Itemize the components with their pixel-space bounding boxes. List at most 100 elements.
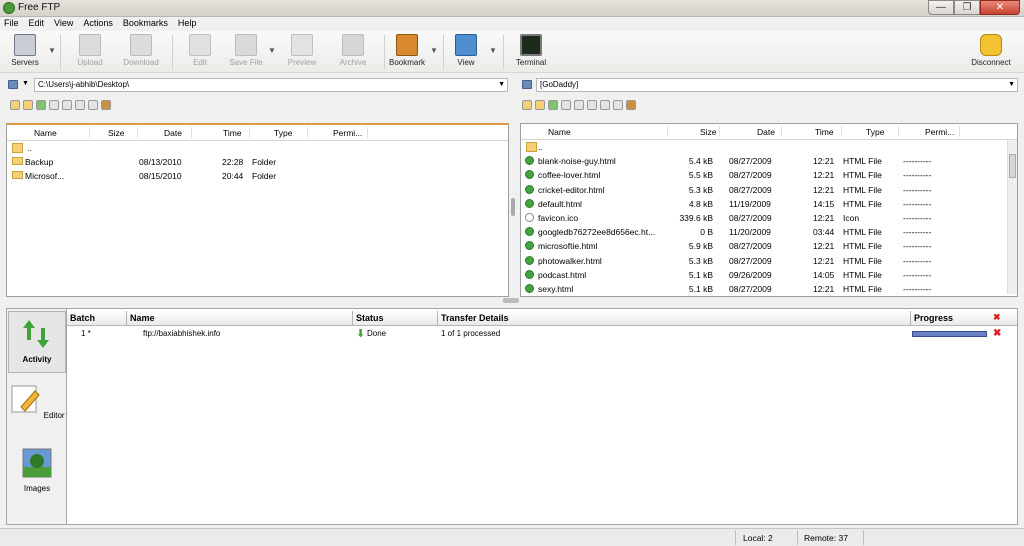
list-item[interactable]: microsoftie.html 5.9 kB 08/27/2009 12:21 HTM…: [521, 239, 1017, 253]
disconnect-label: Disconnect: [971, 58, 1011, 67]
remote-scrollbar[interactable]: [1007, 140, 1017, 294]
file-name: googledb76272ee8d656ec.ht...: [538, 227, 656, 238]
col-progress[interactable]: Progress: [914, 313, 953, 323]
clear-all-icon[interactable]: ✖: [993, 312, 1001, 323]
list-item[interactable]: Microsof... 08/15/2010 20:44 Folder: [7, 169, 508, 183]
col-batch[interactable]: Batch: [70, 313, 95, 323]
local-path-input[interactable]: C:\Users\j-abhib\Desktop\ ▼: [34, 78, 508, 92]
permissions-icon[interactable]: [613, 100, 623, 110]
col-name[interactable]: Name: [130, 313, 155, 323]
list-item[interactable]: ..: [521, 140, 1017, 154]
list-item[interactable]: Backup 08/13/2010 22:28 Folder: [7, 155, 508, 169]
edit-file-icon[interactable]: [561, 100, 571, 110]
col-type[interactable]: Type: [866, 127, 884, 137]
edit-icon: [189, 34, 211, 56]
list-item[interactable]: coffee-lover.html 5.5 kB 08/27/2009 12:21 HT…: [521, 168, 1017, 182]
remote-drive-icon[interactable]: [522, 80, 532, 89]
edit-file-icon[interactable]: [49, 100, 59, 110]
list-item[interactable]: podcast.html 5.1 kB 09/26/2009 14:05 HTML Fi…: [521, 268, 1017, 282]
close-button[interactable]: ✕: [980, 0, 1020, 15]
local-path-dropdown-icon[interactable]: ▼: [495, 79, 505, 91]
menu-file[interactable]: File: [4, 17, 19, 31]
file-type: HTML File: [843, 255, 882, 266]
archive-button[interactable]: Archive: [331, 34, 375, 67]
col-transfer-details[interactable]: Transfer Details: [441, 313, 509, 323]
minimize-button[interactable]: —: [928, 0, 954, 15]
list-item[interactable]: sexy.html 5.1 kB 08/27/2009 12:21 HTML File -…: [521, 282, 1017, 296]
col-permissions[interactable]: Permi...: [333, 128, 362, 138]
delete-icon[interactable]: [75, 100, 85, 110]
col-date[interactable]: Date: [164, 128, 182, 138]
list-item[interactable]: blank-noise-guy.html 5.4 kB 08/27/2009 12:2…: [521, 154, 1017, 168]
tab-editor[interactable]: Editor: [8, 383, 66, 420]
archive-small-icon[interactable]: [101, 100, 111, 110]
save-file-dropdown-icon[interactable]: ▼: [268, 46, 276, 55]
view-dropdown-icon[interactable]: ▼: [489, 46, 497, 55]
col-date[interactable]: Date: [757, 127, 775, 137]
menu-help[interactable]: Help: [178, 17, 197, 31]
col-permissions[interactable]: Permi...: [925, 127, 954, 137]
col-size[interactable]: Size: [700, 127, 717, 137]
properties-icon[interactable]: [574, 100, 584, 110]
list-item[interactable]: favicon.ico 339.6 kB 08/27/2009 12:21 Icon --…: [521, 211, 1017, 225]
remote-path-input[interactable]: [GoDaddy] ▼: [536, 78, 1018, 92]
col-name[interactable]: Name: [34, 128, 57, 138]
archive-small-icon[interactable]: [626, 100, 636, 110]
cancel-transfer-icon[interactable]: ✖: [993, 328, 1001, 339]
new-folder-icon[interactable]: [10, 100, 20, 110]
local-file-list[interactable]: Name Size Date Time Type Permi... .. Bac…: [6, 123, 509, 297]
horizontal-splitter-grip[interactable]: [503, 298, 519, 303]
upload-button[interactable]: Upload: [68, 34, 112, 67]
download-button[interactable]: Download: [119, 34, 163, 67]
menu-edit[interactable]: Edit: [29, 17, 45, 31]
rename-icon[interactable]: [88, 100, 98, 110]
col-time[interactable]: Time: [223, 128, 242, 138]
menu-bookmarks[interactable]: Bookmarks: [123, 17, 168, 31]
col-name[interactable]: Name: [548, 127, 571, 137]
refresh-icon[interactable]: [36, 100, 46, 110]
vertical-splitter-grip[interactable]: [511, 198, 515, 216]
remote-path-dropdown-icon[interactable]: ▼: [1005, 79, 1015, 91]
col-type[interactable]: Type: [274, 128, 292, 138]
bookmark-button[interactable]: Bookmark: [385, 34, 429, 67]
servers-dropdown-icon[interactable]: ▼: [48, 46, 56, 55]
remote-file-list[interactable]: Name Size Date Time Type Permi... .. blan…: [520, 123, 1018, 297]
list-item[interactable]: cricket-editor.html 5.3 kB 08/27/2009 12:21…: [521, 183, 1017, 197]
new-folder-icon[interactable]: [522, 100, 532, 110]
scrollbar-thumb[interactable]: [1009, 154, 1016, 178]
servers-button[interactable]: Servers: [3, 34, 47, 67]
disconnect-button[interactable]: Disconnect: [968, 34, 1014, 67]
bookmark-dropdown-icon[interactable]: ▼: [430, 46, 438, 55]
terminal-button[interactable]: Terminal: [509, 34, 553, 67]
edit-button[interactable]: Edit: [178, 34, 222, 67]
properties-icon[interactable]: [62, 100, 72, 110]
local-drive-icon[interactable]: [8, 80, 18, 89]
local-drive-dropdown-icon[interactable]: ▼: [22, 80, 29, 87]
refresh-icon[interactable]: [548, 100, 558, 110]
save-file-button[interactable]: Save File: [224, 34, 268, 67]
tab-activity[interactable]: Activity: [8, 311, 66, 373]
servers-label: Servers: [11, 58, 39, 67]
rename-icon[interactable]: [600, 100, 610, 110]
col-size[interactable]: Size: [108, 128, 125, 138]
col-status[interactable]: Status: [356, 313, 384, 323]
html-file-icon: [525, 184, 534, 194]
maximize-button[interactable]: ❐: [954, 0, 980, 15]
html-file-icon: [525, 156, 534, 166]
list-item[interactable]: googledb76272ee8d656ec.ht... 0 B 11/20/200…: [521, 225, 1017, 239]
parent-folder-icon[interactable]: [535, 100, 545, 110]
preview-button[interactable]: Preview: [280, 34, 324, 67]
list-item[interactable]: ..: [7, 141, 508, 155]
table-row[interactable]: 1 * ftp://baxiabhishek.info ⬇ Done 1 of …: [67, 327, 1017, 341]
delete-icon[interactable]: [587, 100, 597, 110]
list-item[interactable]: photowalker.html 5.3 kB 08/27/2009 12:21 HTM…: [521, 254, 1017, 268]
file-name: photowalker.html: [538, 255, 602, 266]
col-time[interactable]: Time: [815, 127, 834, 137]
file-type: HTML File: [843, 269, 882, 280]
tab-images[interactable]: Images: [8, 447, 66, 493]
menu-view[interactable]: View: [54, 17, 73, 31]
view-button[interactable]: View: [444, 34, 488, 67]
parent-folder-icon[interactable]: [23, 100, 33, 110]
menu-actions[interactable]: Actions: [83, 17, 113, 31]
list-item[interactable]: default.html 4.8 kB 11/19/2009 14:15 HTML Fi…: [521, 197, 1017, 211]
